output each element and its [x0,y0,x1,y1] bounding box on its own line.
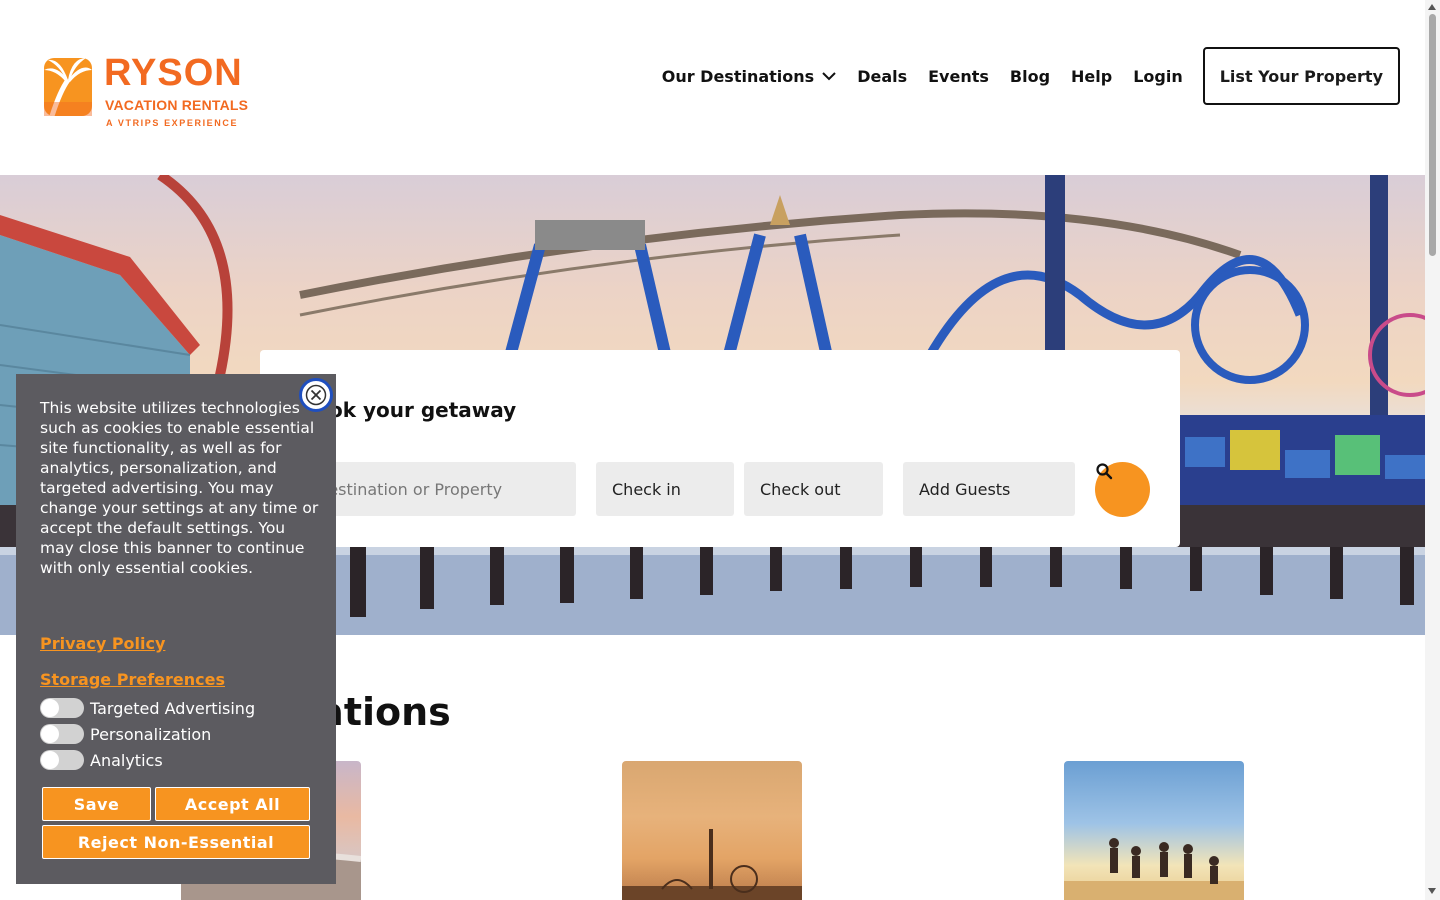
accept-all-button[interactable]: Accept All [155,787,310,821]
cookie-banner: This website utilizes technologies such … [16,374,336,884]
toggle-label: Personalization [90,724,212,744]
save-button[interactable]: Save [42,787,151,821]
personalization-toggle[interactable] [40,724,84,744]
brand-name: RYSON [104,52,243,94]
search-icon [1096,463,1113,480]
storage-preferences-link[interactable]: Storage Preferences [40,670,225,689]
brand-tagline: A VTRIPS EXPERIENCE [106,118,239,128]
toggle-row-analytics: Analytics [40,750,163,770]
page-scrollbar[interactable] [1425,0,1440,900]
destination-card-2[interactable] [622,761,802,900]
check-in-field[interactable]: Check in [596,462,734,516]
check-out-field[interactable]: Check out [744,462,883,516]
nav-deals[interactable]: Deals [857,67,907,86]
add-guests-field[interactable]: Add Guests [903,462,1075,516]
toggle-knob [41,699,59,717]
toggle-row-targeted-advertising: Targeted Advertising [40,698,255,718]
targeted-advertising-toggle[interactable] [40,698,84,718]
destination-input[interactable]: Destination or Property [300,462,576,516]
pier-sunset-image [622,829,802,900]
nav-blog[interactable]: Blog [1010,67,1050,86]
nav-label: Our Destinations [661,66,815,86]
destination-placeholder: Destination or Property [316,479,503,499]
destination-card-3[interactable] [1064,761,1244,900]
privacy-policy-link[interactable]: Privacy Policy [40,634,165,653]
brand-subtitle: VACATION RENTALS [105,97,249,113]
toggle-label: Targeted Advertising [90,698,256,718]
reject-non-essential-button[interactable]: Reject Non-Essential [42,825,310,859]
site-header: RYSON VACATION RENTALS A VTRIPS EXPERIEN… [0,0,1425,175]
page: RYSON VACATION RENTALS A VTRIPS EXPERIEN… [0,0,1440,900]
chevron-down-icon [822,72,836,81]
nav-our-destinations[interactable]: Our Destinations [662,67,836,86]
people-jumping-beach-image [1064,838,1244,900]
toggle-knob [41,725,59,743]
nav-login[interactable]: Login [1133,67,1183,86]
scroll-up-arrow-icon[interactable] [1428,4,1436,10]
main-nav: Our Destinations Deals Events Blog Help … [662,47,1400,105]
brand-logo[interactable]: RYSON VACATION RENTALS A VTRIPS EXPERIEN… [40,52,250,134]
nav-events[interactable]: Events [928,67,989,86]
palm-tree-logo-icon [44,58,92,117]
toggle-row-personalization: Personalization [40,724,211,744]
toggle-label: Analytics [90,750,163,770]
search-card: Book your getaway Destination or Propert… [260,350,1180,547]
toggle-knob [41,751,59,769]
list-your-property-button[interactable]: List Your Property [1202,47,1400,105]
cookie-description: This website utilizes technologies such … [40,399,319,577]
scroll-down-arrow-icon[interactable] [1428,888,1436,894]
nav-help[interactable]: Help [1071,67,1112,86]
analytics-toggle[interactable] [40,750,84,770]
search-button[interactable] [1095,462,1150,517]
scrollbar-thumb[interactable] [1429,14,1436,256]
